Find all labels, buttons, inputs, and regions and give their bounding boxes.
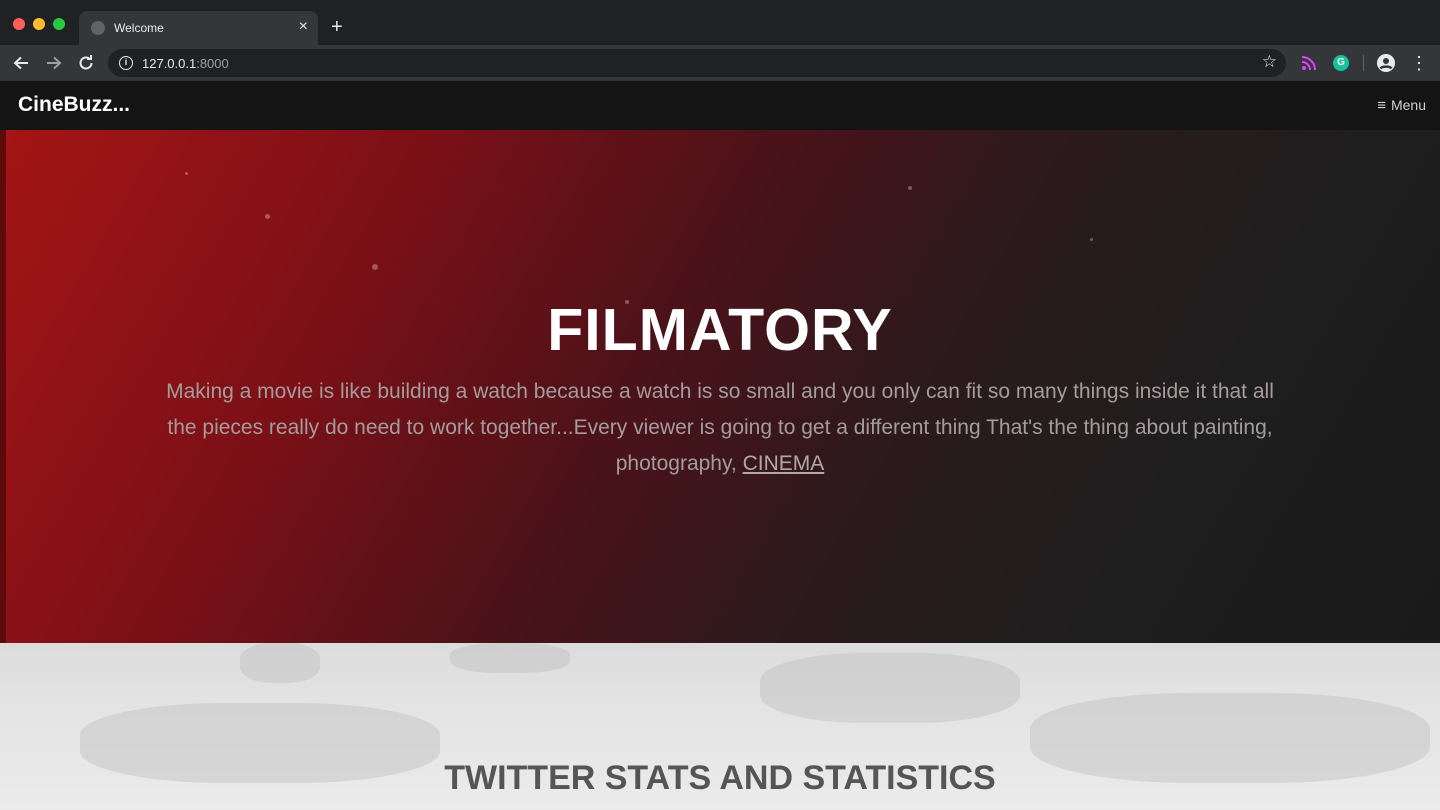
background-speck [265,214,270,219]
browser-menu-icon[interactable]: ⋮ [1410,52,1428,74]
stats-section: TWITTER STATS AND STATISTICS [0,643,1440,810]
minimize-window-button[interactable] [33,18,45,30]
hero-quote: Making a movie is like building a watch … [166,380,1274,475]
profile-avatar-icon[interactable] [1377,54,1395,72]
url-text[interactable]: 127.0.0.1:8000 [142,56,229,71]
browser-tab-strip: Welcome × + [0,0,1440,45]
new-tab-button[interactable]: + [331,16,343,38]
grammarly-extension-icon[interactable]: G [1333,55,1349,71]
background-speck [908,186,912,190]
browser-tab[interactable]: Welcome × [79,11,318,45]
background-speck [372,264,378,270]
menu-button[interactable]: ≡ Menu [1377,97,1426,114]
reload-button[interactable] [75,52,97,74]
bookmark-star-icon[interactable]: ☆ [1262,52,1277,72]
site-brand[interactable]: CineBuzz... [18,93,130,117]
rss-extension-icon[interactable] [1301,55,1317,71]
site-info-icon[interactable]: i [119,56,133,70]
background-shape [240,643,320,683]
hero-section: FILMATORY Making a movie is like buildin… [0,130,1440,643]
toolbar-divider [1363,55,1364,71]
background-shape [760,653,1020,723]
site-navbar: CineBuzz... ≡ Menu [0,81,1440,130]
browser-toolbar: i 127.0.0.1:8000 ☆ G ⋮ [0,45,1440,81]
background-speck [185,172,188,175]
close-window-button[interactable] [13,18,25,30]
background-shape [450,643,570,673]
hamburger-icon: ≡ [1377,97,1386,114]
address-bar[interactable]: i 127.0.0.1:8000 ☆ [108,49,1286,77]
tab-title: Welcome [114,21,164,35]
page-viewport: CineBuzz... ≡ Menu FILMATORY Making a mov… [0,81,1440,810]
close-tab-icon[interactable]: × [299,18,308,36]
forward-button[interactable] [43,52,65,74]
background-speck [1090,238,1093,241]
cinema-link[interactable]: CINEMA [743,452,825,475]
maximize-window-button[interactable] [53,18,65,30]
section-heading: TWITTER STATS AND STATISTICS [444,759,996,797]
back-button[interactable] [10,52,32,74]
globe-icon [91,21,105,35]
hero-title: FILMATORY [547,297,893,363]
